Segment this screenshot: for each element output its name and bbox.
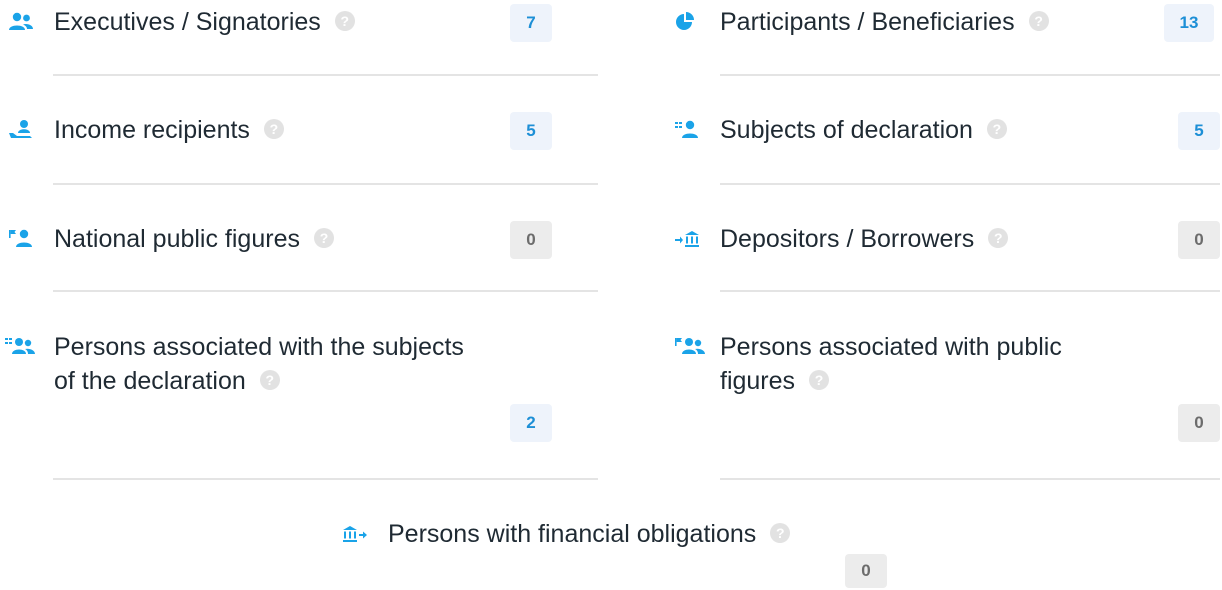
help-icon[interactable]: ? [313, 228, 334, 249]
count-badge[interactable]: 2 [510, 404, 552, 442]
category-label: Subjects of declaration? [720, 113, 1007, 147]
help-icon[interactable]: ? [809, 370, 830, 391]
list-users-icon [4, 336, 36, 358]
divider [720, 74, 1220, 76]
category-label: Depositors / Borrowers? [720, 222, 1009, 256]
category-label: Persons associated with the subjects of t… [54, 333, 464, 395]
count-badge[interactable]: 0 [510, 221, 552, 259]
count-badge[interactable]: 0 [845, 554, 887, 588]
divider [53, 74, 598, 76]
category-label: Persons with financial obligations? [388, 517, 791, 551]
category-label: Persons associated with public figures? [720, 333, 1062, 395]
category-label: Participants / Beneficiaries? [720, 5, 1049, 39]
divider [720, 478, 1220, 480]
help-icon[interactable]: ? [1028, 11, 1049, 32]
help-icon[interactable]: ? [263, 119, 284, 140]
users-icon [8, 11, 34, 33]
help-icon[interactable]: ? [259, 370, 280, 391]
divider [720, 183, 1220, 185]
hand-user-icon [8, 119, 34, 141]
category-label: National public figures? [54, 222, 334, 256]
count-badge[interactable]: 0 [1178, 404, 1220, 442]
divider [720, 290, 1220, 292]
pie-chart-icon [674, 11, 700, 33]
flag-users-icon [674, 336, 706, 358]
list-user-icon [674, 119, 700, 141]
divider [53, 478, 598, 480]
help-icon[interactable]: ? [988, 228, 1009, 249]
flag-user-icon [8, 228, 34, 250]
divider [53, 183, 598, 185]
count-badge[interactable]: 5 [510, 112, 552, 150]
help-icon[interactable]: ? [986, 119, 1007, 140]
category-label: Income recipients? [54, 113, 284, 147]
count-badge[interactable]: 7 [510, 4, 552, 42]
bank-arrow-icon [342, 523, 368, 545]
help-icon[interactable]: ? [770, 523, 791, 544]
count-badge[interactable]: 13 [1164, 4, 1214, 42]
category-label: Executives / Signatories? [54, 5, 355, 39]
count-badge[interactable]: 5 [1178, 112, 1220, 150]
help-icon[interactable]: ? [334, 11, 355, 32]
count-badge[interactable]: 0 [1178, 221, 1220, 259]
arrow-bank-icon [674, 228, 700, 250]
divider [53, 290, 598, 292]
